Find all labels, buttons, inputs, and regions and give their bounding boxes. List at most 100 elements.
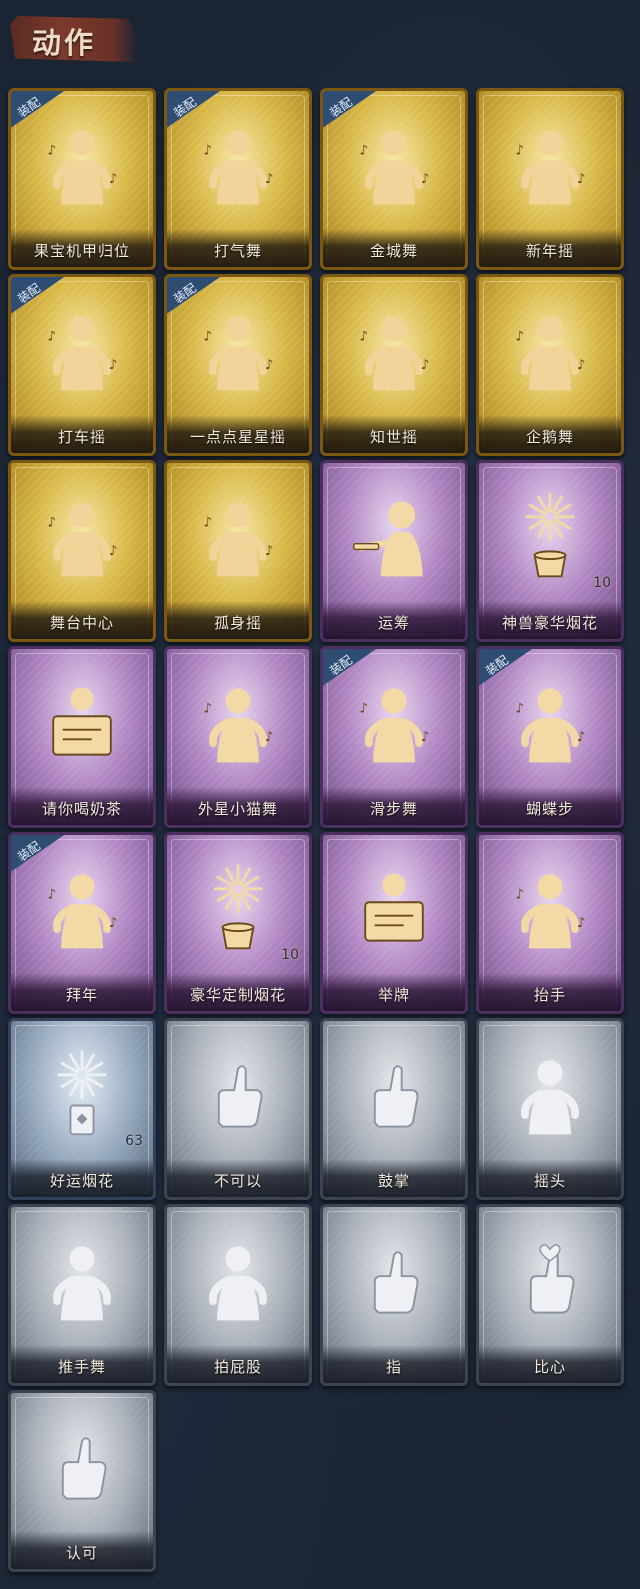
dance-figure-icon: ♪ ♪ xyxy=(515,688,586,763)
svg-text:♪: ♪ xyxy=(109,172,118,187)
emote-card[interactable]: 拍屁股 xyxy=(164,1204,312,1386)
emote-art xyxy=(11,1411,153,1521)
emote-label: 比心 xyxy=(479,1345,621,1383)
svg-text:♪: ♪ xyxy=(421,172,430,187)
emote-card[interactable]: ♪ ♪ 孤身摇 xyxy=(164,460,312,642)
emote-card[interactable]: ♪ ♪ 舞台中心 xyxy=(8,460,156,642)
emote-card[interactable]: 装配 ♪ ♪ 打车摇 xyxy=(8,274,156,456)
item-count: 10 xyxy=(593,575,611,591)
emote-card[interactable]: ♪ ♪ 外星小猫舞 xyxy=(164,646,312,828)
dance-figure-icon: ♪ ♪ xyxy=(203,688,274,763)
emote-art: ♪ ♪ xyxy=(479,853,621,963)
svg-text:♪: ♪ xyxy=(421,730,430,745)
emote-card[interactable]: 鼓掌 xyxy=(320,1018,468,1200)
emote-art xyxy=(11,667,153,777)
emote-card[interactable]: 装配 ♪ ♪ 拜年 xyxy=(8,832,156,1014)
emote-art: ♪ ♪ xyxy=(323,667,465,777)
finger-no-icon xyxy=(217,1065,263,1128)
sign-holder-icon xyxy=(364,873,424,942)
svg-text:♪: ♪ xyxy=(265,358,274,373)
svg-text:♪: ♪ xyxy=(47,329,56,344)
emote-card[interactable]: 装配 ♪ ♪ 一点点星星摇 xyxy=(164,274,312,456)
emote-card[interactable]: 举牌 xyxy=(320,832,468,1014)
emote-card[interactable]: 比心 xyxy=(476,1204,624,1386)
heart-hands-icon xyxy=(529,1244,575,1314)
emote-art: ♪ ♪ xyxy=(479,109,621,219)
emote-label: 认可 xyxy=(11,1531,153,1569)
emote-card[interactable]: 指 xyxy=(320,1204,468,1386)
emote-label: 打车摇 xyxy=(11,415,153,453)
svg-text:♪: ♪ xyxy=(109,544,118,559)
emote-card[interactable]: 10 神兽豪华烟花 xyxy=(476,460,624,642)
emote-label: 滑步舞 xyxy=(323,787,465,825)
milk-tea-sign-icon xyxy=(52,687,112,756)
clap-icon xyxy=(373,1065,419,1128)
svg-text:♪: ♪ xyxy=(47,887,56,902)
dance-figure-icon: ♪ ♪ xyxy=(359,130,430,205)
emote-art: ♪ ♪ xyxy=(167,109,309,219)
emote-art: ♪ ♪ xyxy=(479,667,621,777)
emote-art xyxy=(323,1225,465,1335)
emote-label: 孤身摇 xyxy=(167,601,309,639)
emote-card[interactable]: 装配 ♪ ♪ 金城舞 xyxy=(320,88,468,270)
firework-can-icon xyxy=(57,1050,107,1136)
emote-card[interactable]: ♪ ♪ 知世摇 xyxy=(320,274,468,456)
svg-text:♪: ♪ xyxy=(577,916,586,931)
emote-label: 果宝机甲归位 xyxy=(11,229,153,267)
emote-card[interactable]: 认可 xyxy=(8,1390,156,1572)
emote-card[interactable]: 装配 ♪ ♪ 滑步舞 xyxy=(320,646,468,828)
dance-figure-icon: ♪ ♪ xyxy=(203,502,274,577)
emote-card[interactable]: ♪ ♪ 新年摇 xyxy=(476,88,624,270)
emote-art: ♪ ♪ xyxy=(11,109,153,219)
emote-label: 好运烟花 xyxy=(11,1159,153,1197)
emote-card[interactable]: 请你喝奶茶 xyxy=(8,646,156,828)
dance-figure-icon: ♪ ♪ xyxy=(203,130,273,205)
emote-label: 豪华定制烟花 xyxy=(167,973,309,1011)
svg-text:♪: ♪ xyxy=(265,544,274,559)
bow-figure-icon: ♪ ♪ xyxy=(47,874,117,949)
emote-label: 新年摇 xyxy=(479,229,621,267)
emote-label: 拜年 xyxy=(11,973,153,1011)
emote-card[interactable]: 运筹 xyxy=(320,460,468,642)
emote-card[interactable]: 63 好运烟花 xyxy=(8,1018,156,1200)
emote-label: 拍屁股 xyxy=(167,1345,309,1383)
emote-label: 舞台中心 xyxy=(11,601,153,639)
svg-text:♪: ♪ xyxy=(577,730,586,745)
emote-label: 一点点星星摇 xyxy=(167,415,309,453)
emote-card[interactable]: 装配 ♪ ♪ 蝴蝶步 xyxy=(476,646,624,828)
emote-card[interactable]: 装配 ♪ ♪ 打气舞 xyxy=(164,88,312,270)
svg-text:♪: ♪ xyxy=(359,143,368,158)
emote-card[interactable]: 装配 ♪ ♪ 果宝机甲归位 xyxy=(8,88,156,270)
svg-text:♪: ♪ xyxy=(203,701,212,716)
emote-art xyxy=(479,1039,621,1149)
emote-card[interactable]: 摇头 xyxy=(476,1018,624,1200)
emote-label: 打气舞 xyxy=(167,229,309,267)
svg-text:♪: ♪ xyxy=(47,515,56,530)
emote-art xyxy=(167,1039,309,1149)
dance-figure-icon: ♪ ♪ xyxy=(515,316,585,391)
thumbs-up-icon xyxy=(61,1437,107,1500)
emote-card[interactable]: 不可以 xyxy=(164,1018,312,1200)
emote-art: ♪ ♪ xyxy=(11,295,153,405)
svg-text:♪: ♪ xyxy=(515,329,524,344)
emote-label: 金城舞 xyxy=(323,229,465,267)
strategist-figure-icon xyxy=(352,501,423,577)
emote-label: 指 xyxy=(323,1345,465,1383)
emote-art xyxy=(167,1225,309,1335)
firework-icon xyxy=(525,492,575,578)
svg-text:♪: ♪ xyxy=(265,730,274,745)
emote-label: 鼓掌 xyxy=(323,1159,465,1197)
emote-label: 举牌 xyxy=(323,973,465,1011)
dance-figure-icon: ♪ ♪ xyxy=(359,688,430,763)
item-count: 63 xyxy=(125,1133,143,1149)
emote-label: 抬手 xyxy=(479,973,621,1011)
emote-card[interactable]: 10 豪华定制烟花 xyxy=(164,832,312,1014)
emote-art: ♪ ♪ xyxy=(323,109,465,219)
emote-art: ♪ ♪ xyxy=(323,295,465,405)
emote-label: 推手舞 xyxy=(11,1345,153,1383)
emote-card[interactable]: ♪ ♪ 企鹅舞 xyxy=(476,274,624,456)
svg-text:♪: ♪ xyxy=(203,143,212,158)
emote-card[interactable]: 推手舞 xyxy=(8,1204,156,1386)
emote-card[interactable]: ♪ ♪ 抬手 xyxy=(476,832,624,1014)
emote-art: ♪ ♪ xyxy=(167,667,309,777)
